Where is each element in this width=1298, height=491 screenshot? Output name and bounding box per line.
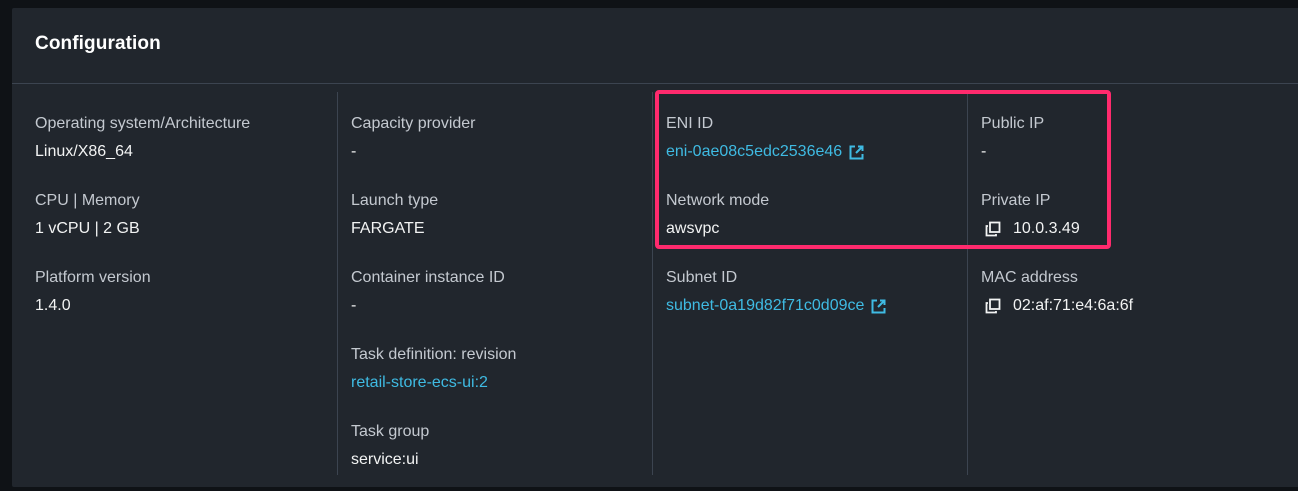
field-value: 10.0.3.49 (981, 220, 1080, 238)
field-label: ENI ID (666, 115, 714, 132)
field-label: CPU | Memory (35, 192, 140, 209)
field-subnet-id: Subnet ID subnet-0a19d82f71c0d09ce (666, 269, 887, 315)
field-capacity-provider: Capacity provider - (351, 115, 476, 161)
field-value: retail-store-ecs-ui:2 (351, 374, 516, 392)
copy-icon[interactable] (985, 298, 1001, 314)
column-3: ENI ID eni-0ae08c5edc2536e46 Network mod… (652, 92, 968, 475)
field-os-architecture: Operating system/Architecture Linux/X86_… (35, 115, 250, 161)
field-label: Task definition: revision (351, 346, 517, 363)
field-value: subnet-0a19d82f71c0d09ce (666, 297, 887, 315)
field-launch-type: Launch type FARGATE (351, 192, 438, 238)
field-public-ip: Public IP - (981, 115, 1044, 161)
field-value: eni-0ae08c5edc2536e46 (666, 143, 865, 161)
field-value: Linux/X86_64 (35, 143, 250, 161)
field-label: Operating system/Architecture (35, 115, 251, 132)
field-value: awsvpc (666, 220, 769, 238)
platform-version-value: 1.4.0 (35, 297, 71, 314)
task-group-value: service:ui (351, 451, 419, 468)
launch-type-value: FARGATE (351, 220, 425, 237)
network-mode-value: awsvpc (666, 220, 720, 237)
cpu-memory-value: 1 vCPU | 2 GB (35, 220, 140, 237)
field-label: Capacity provider (351, 115, 476, 132)
field-eni-id: ENI ID eni-0ae08c5edc2536e46 (666, 115, 865, 161)
field-label: Public IP (981, 115, 1045, 132)
external-link-icon[interactable] (870, 298, 887, 315)
copy-icon[interactable] (985, 221, 1001, 237)
field-cpu-memory: CPU | Memory 1 vCPU | 2 GB (35, 192, 140, 238)
field-task-group: Task group service:ui (351, 423, 429, 469)
field-value: - (981, 143, 1044, 161)
configuration-panel: Configuration Operating system/Architect… (12, 8, 1298, 487)
column-2: Capacity provider - Launch type FARGATE … (337, 92, 653, 475)
task-definition-link[interactable]: retail-store-ecs-ui:2 (351, 374, 488, 392)
field-value: 1.4.0 (35, 297, 151, 315)
field-label: Subnet ID (666, 269, 738, 286)
panel-title: Configuration (35, 33, 161, 54)
field-value: - (351, 143, 476, 161)
column-4: Public IP - Private IP 10.0.3.49 MAC add… (967, 92, 1268, 475)
capacity-provider-value: - (351, 143, 357, 160)
os-architecture-value: Linux/X86_64 (35, 143, 133, 160)
field-value: 02:af:71:e4:6a:6f (981, 297, 1133, 315)
private-ip-value: 10.0.3.49 (1013, 220, 1080, 237)
external-link-icon[interactable] (848, 144, 865, 161)
field-value: - (351, 297, 505, 315)
field-label: Launch type (351, 192, 439, 209)
field-task-definition: Task definition: revision retail-store-e… (351, 346, 516, 392)
panel-header: Configuration (12, 8, 1298, 84)
field-platform-version: Platform version 1.4.0 (35, 269, 151, 315)
field-value: service:ui (351, 451, 429, 469)
field-label: Container instance ID (351, 269, 505, 286)
field-network-mode: Network mode awsvpc (666, 192, 769, 238)
field-label: Platform version (35, 269, 151, 286)
public-ip-value: - (981, 143, 987, 160)
field-value: 1 vCPU | 2 GB (35, 220, 140, 238)
column-1: Operating system/Architecture Linux/X86_… (35, 92, 337, 475)
field-mac-address: MAC address 02:af:71:e4:6a:6f (981, 269, 1133, 315)
subnet-id-link[interactable]: subnet-0a19d82f71c0d09ce (666, 297, 864, 315)
container-instance-id-value: - (351, 297, 357, 314)
field-label: Task group (351, 423, 430, 440)
field-private-ip: Private IP 10.0.3.49 (981, 192, 1080, 238)
mac-address-value: 02:af:71:e4:6a:6f (1013, 297, 1134, 314)
field-value: FARGATE (351, 220, 438, 238)
field-label: Network mode (666, 192, 770, 209)
field-label: Private IP (981, 192, 1051, 209)
field-container-instance-id: Container instance ID - (351, 269, 505, 315)
field-label: MAC address (981, 269, 1078, 286)
eni-id-link[interactable]: eni-0ae08c5edc2536e46 (666, 143, 842, 161)
